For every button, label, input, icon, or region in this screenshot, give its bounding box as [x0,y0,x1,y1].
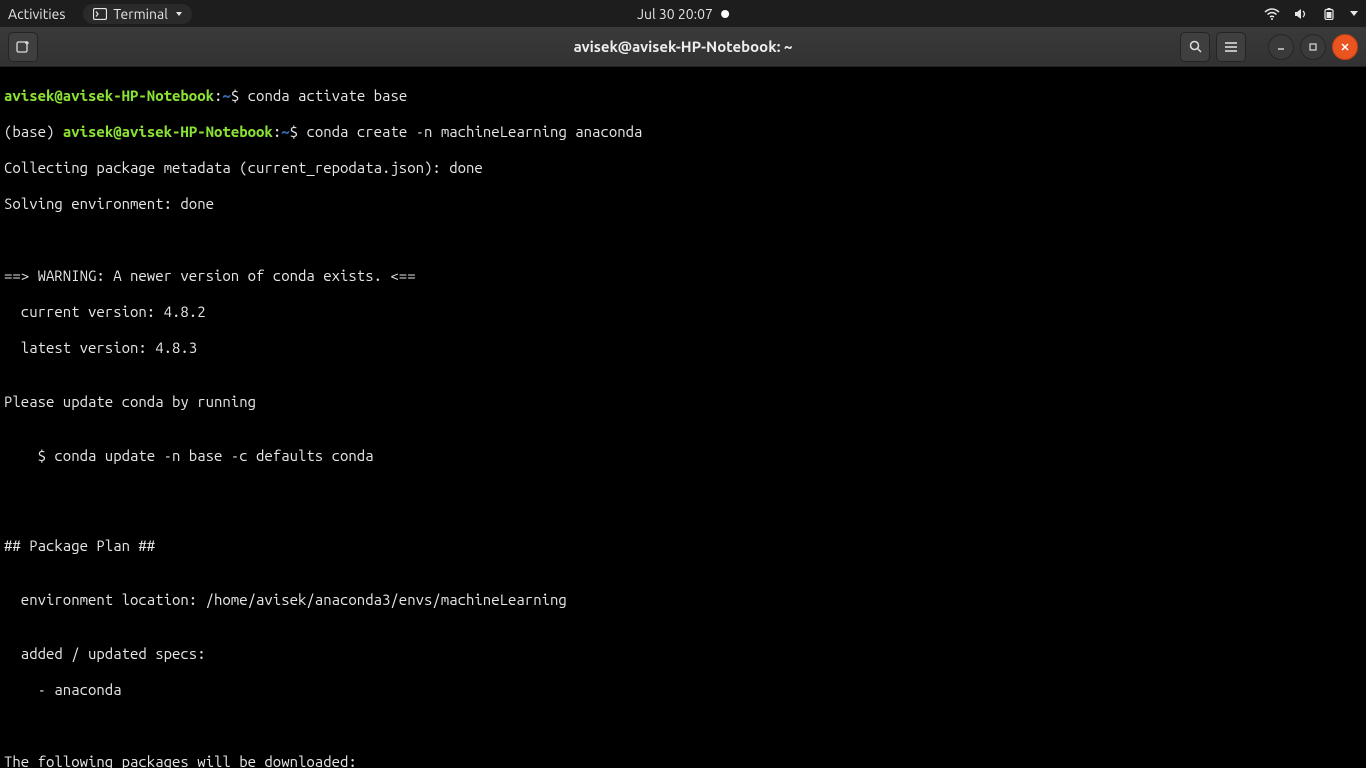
prompt-userhost: avisek@avisek-HP-Notebook [63,123,273,140]
system-status-area[interactable] [1264,8,1358,20]
prompt-userhost: avisek@avisek-HP-Notebook [4,87,214,104]
clock-label: Jul 30 20:07 [637,6,713,22]
output-line: environment location: /home/avisek/anaco… [4,591,1362,609]
battery-icon [1322,8,1336,20]
window-titlebar: avisek@avisek-HP-Notebook: ~ [0,27,1366,67]
close-button[interactable] [1332,34,1358,60]
output-line: $ conda update -n base -c defaults conda [4,447,1362,465]
search-button[interactable] [1180,32,1210,62]
prompt-cwd: ~ [222,87,230,104]
prompt-line: (base) avisek@avisek-HP-Notebook:~$ cond… [4,123,1362,141]
hamburger-menu-button[interactable] [1216,32,1246,62]
clock[interactable]: Jul 30 20:07 [637,6,729,22]
prompt-line: avisek@avisek-HP-Notebook:~$ conda activ… [4,87,1362,105]
output-line: Solving environment: done [4,195,1362,213]
maximize-button[interactable] [1300,34,1326,60]
chevron-down-icon [176,12,182,16]
minimize-button[interactable] [1268,34,1294,60]
output-line: Collecting package metadata (current_rep… [4,159,1362,177]
output-line: ==> WARNING: A newer version of conda ex… [4,267,1362,285]
close-icon [1340,42,1350,52]
window-title: avisek@avisek-HP-Notebook: ~ [574,38,793,55]
prompt-cwd: ~ [281,123,289,140]
command-text: conda create -n machineLearning anaconda [306,123,642,140]
notification-dot-icon [721,10,729,18]
app-menu[interactable]: Terminal [83,4,192,24]
maximize-icon [1308,42,1318,52]
output-line: Please update conda by running [4,393,1362,411]
output-line: current version: 4.8.2 [4,303,1362,321]
new-tab-icon [15,39,31,55]
activities-button[interactable]: Activities [8,6,65,22]
command-text: conda activate base [248,87,408,104]
search-icon [1188,39,1203,54]
volume-icon [1294,8,1308,20]
terminal-icon [93,8,107,20]
terminal-viewport[interactable]: avisek@avisek-HP-Notebook:~$ conda activ… [0,67,1366,768]
output-line: - anaconda [4,681,1362,699]
app-menu-label: Terminal [113,6,168,22]
new-tab-button[interactable] [8,32,38,62]
wifi-icon [1264,8,1280,20]
gnome-topbar: Activities Terminal Jul 30 20:07 [0,0,1366,27]
output-line: The following packages will be downloade… [4,753,1362,768]
minimize-icon [1276,42,1286,52]
output-line: latest version: 4.8.3 [4,339,1362,357]
hamburger-icon [1224,41,1238,53]
output-line: added / updated specs: [4,645,1362,663]
chevron-down-icon [1350,11,1358,16]
output-line: ## Package Plan ## [4,537,1362,555]
